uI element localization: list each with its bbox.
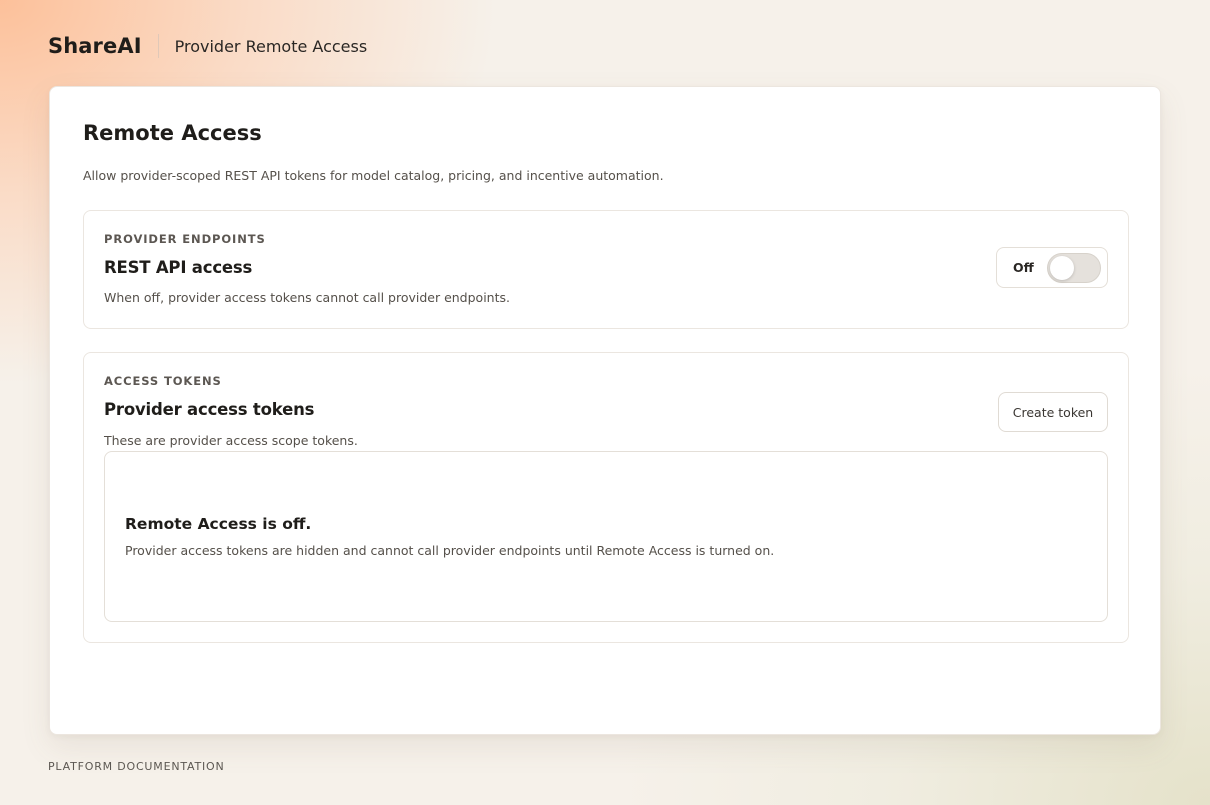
remote-access-card: Remote Access Allow provider-scoped REST…	[49, 86, 1161, 735]
toggle-knob	[1050, 256, 1074, 280]
section-eyebrow: ACCESS TOKENS	[104, 374, 222, 388]
create-token-button[interactable]: Create token	[998, 392, 1108, 432]
empty-state-description: Provider access tokens are hidden and ca…	[125, 543, 775, 558]
section-title: REST API access	[104, 258, 253, 277]
toggle-state-label: Off	[1013, 260, 1034, 275]
page-description: Allow provider-scoped REST API tokens fo…	[83, 168, 664, 183]
page-title: Remote Access	[83, 121, 262, 145]
header-divider	[157, 34, 159, 58]
section-eyebrow: PROVIDER ENDPOINTS	[104, 232, 266, 246]
section-description: These are provider access scope tokens.	[104, 433, 358, 448]
toggle-switch[interactable]	[1047, 253, 1101, 283]
provider-endpoints-section: PROVIDER ENDPOINTS REST API access When …	[83, 210, 1129, 329]
rest-api-access-toggle[interactable]: Off	[996, 247, 1108, 288]
header-subtitle: Provider Remote Access	[174, 36, 368, 56]
access-tokens-section: ACCESS TOKENS Provider access tokens The…	[83, 352, 1129, 643]
section-description: When off, provider access tokens cannot …	[104, 290, 510, 305]
empty-state-panel: Remote Access is off. Provider access to…	[104, 451, 1108, 622]
platform-documentation-link[interactable]: PLATFORM DOCUMENTATION	[48, 760, 225, 773]
empty-state-title: Remote Access is off.	[125, 515, 312, 533]
top-bar: ShareAI Provider Remote Access	[48, 32, 367, 60]
section-title: Provider access tokens	[104, 400, 315, 419]
brand-logo[interactable]: ShareAI	[48, 34, 142, 58]
